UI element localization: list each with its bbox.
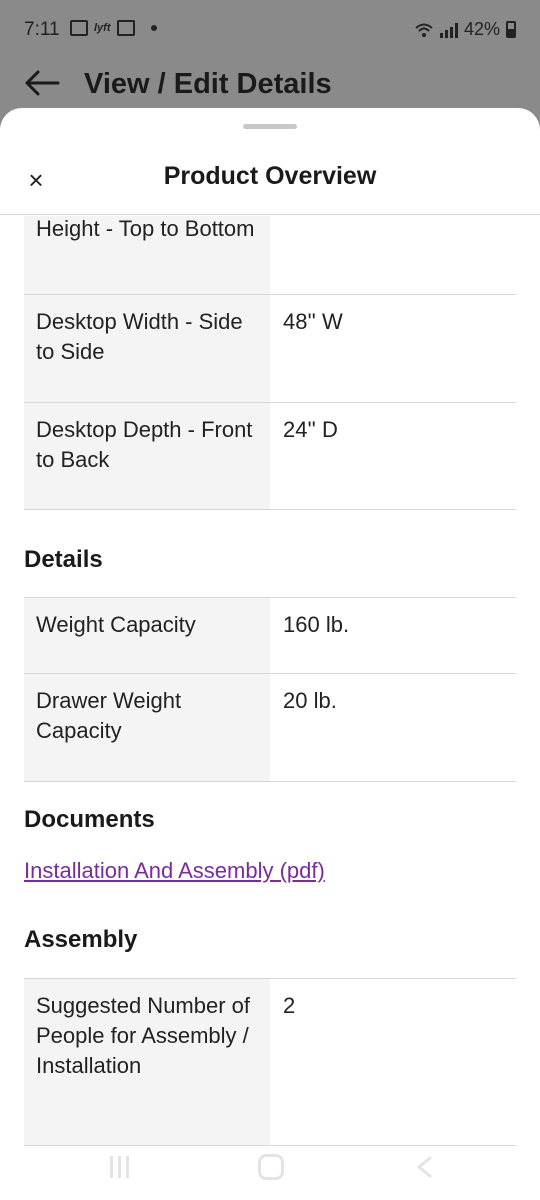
details-heading: Details (24, 546, 103, 573)
product-overview-sheet: × Product Overview Height - Top to Botto… (0, 108, 540, 1200)
spec-row-height: Height - Top to Bottom (24, 216, 516, 295)
drag-handle[interactable] (243, 124, 297, 129)
status-bar: 7:11 lyft 42% (0, 0, 540, 62)
back-arrow-icon[interactable] (24, 68, 60, 98)
spec-row-drawer-weight-capacity: Drawer Weight Capacity 20 lb. (24, 674, 516, 782)
sheet-title: Product Overview (163, 162, 377, 190)
spec-row-desktop-width: Desktop Width - Side to Side 48'' W (24, 295, 516, 403)
documents-heading: Documents (24, 806, 155, 833)
spec-label: Suggested Number of People for Assembly … (24, 979, 270, 1145)
signal-icon (439, 22, 458, 38)
wifi-icon (415, 23, 433, 37)
spec-label: Height - Top to Bottom (24, 216, 270, 294)
spec-label: Weight Capacity (24, 598, 270, 673)
spec-row-assembly-people: Suggested Number of People for Assembly … (24, 978, 516, 1146)
spec-value: 24'' D (283, 417, 338, 442)
system-nav-bar (0, 1148, 540, 1200)
page-title: View / Edit Details (84, 68, 332, 100)
home-icon[interactable] (258, 1154, 284, 1180)
status-time: 7:11 (24, 19, 60, 40)
nav-back-icon[interactable] (414, 1156, 434, 1178)
recent-apps-icon[interactable] (110, 1156, 129, 1178)
spec-value: 20 lb. (283, 688, 337, 713)
spec-row-weight-capacity: Weight Capacity 160 lb. (24, 597, 516, 674)
calendar-icon (116, 20, 135, 36)
battery-icon (506, 21, 516, 38)
app-bar: View / Edit Details (0, 62, 540, 108)
system-status: 42% (414, 19, 516, 40)
battery-percent: 42% (463, 19, 500, 39)
more-notifications-dot-icon (150, 25, 157, 31)
assembly-heading: Assembly (24, 926, 138, 953)
spec-value: 160 lb. (283, 612, 350, 637)
sheet-header: × Product Overview (0, 138, 540, 215)
spec-row-desktop-depth: Desktop Depth - Front to Back 24'' D (24, 403, 516, 510)
image-icon (70, 20, 88, 36)
spec-value: 2 (283, 993, 296, 1018)
spec-label: Desktop Depth - Front to Back (24, 403, 270, 509)
sheet-content[interactable]: Height - Top to Bottom Desktop Width - S… (0, 216, 540, 1200)
notification-icons: lyft (70, 20, 157, 36)
spec-value (270, 216, 516, 294)
lyft-icon: lyft (94, 22, 111, 34)
installation-pdf-link[interactable]: Installation And Assembly (pdf) (24, 858, 325, 884)
spec-label: Drawer Weight Capacity (24, 674, 270, 781)
spec-value: 48'' W (283, 309, 343, 334)
spec-label: Desktop Width - Side to Side (24, 295, 270, 402)
